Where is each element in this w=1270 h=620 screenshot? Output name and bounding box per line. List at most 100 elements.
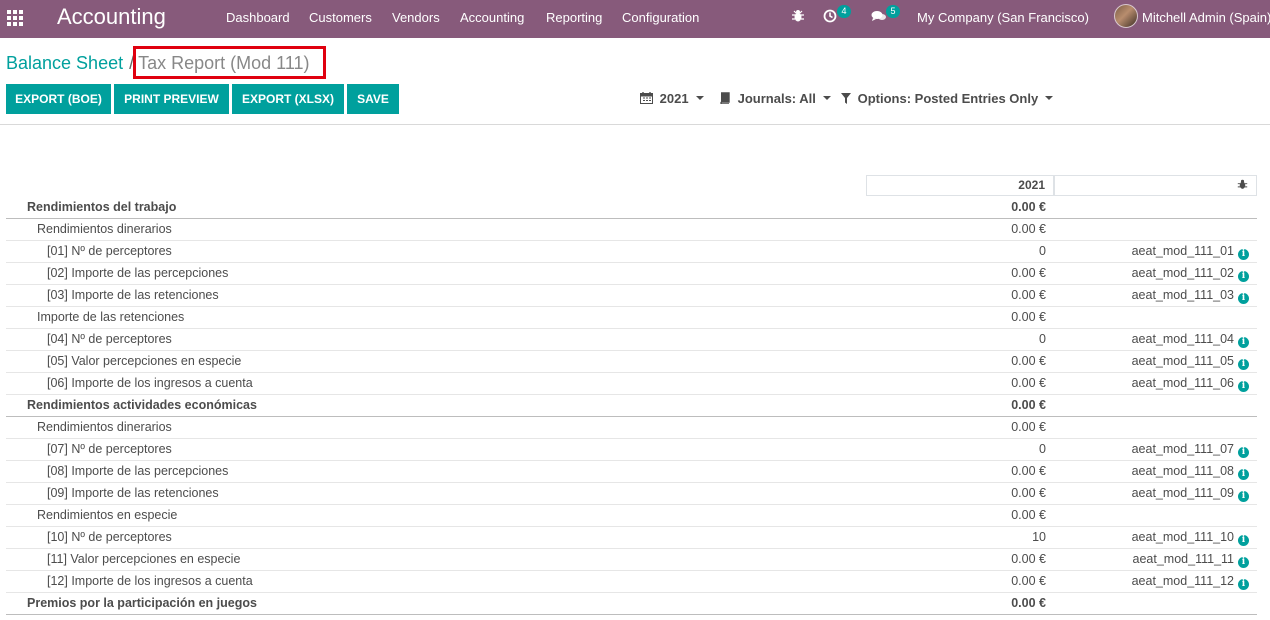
- column-header-2021: 2021: [866, 175, 1054, 196]
- report-line[interactable]: [02] Importe de las percepciones 0.00 € ae…: [6, 263, 1257, 285]
- export-xlsx-button[interactable]: EXPORT (XLSX): [232, 84, 344, 114]
- line-name: [03] Importe de las retenciones: [47, 288, 219, 302]
- journals-filter[interactable]: Journals: All: [719, 91, 831, 107]
- line-value[interactable]: 0.00 €: [1011, 351, 1046, 372]
- line-name: [10] Nº de perceptores: [47, 530, 172, 544]
- company-switcher[interactable]: My Company (San Francisco): [917, 10, 1089, 26]
- line-value[interactable]: 0.00 €: [1011, 505, 1046, 526]
- app-brand[interactable]: Accounting: [57, 4, 166, 30]
- line-value[interactable]: 0.00 €: [1011, 395, 1046, 416]
- info-icon[interactable]: i: [1238, 359, 1249, 370]
- journals-filter-label: Journals: All: [737, 91, 816, 106]
- line-name: Rendimientos en especie: [37, 508, 178, 522]
- apps-menu-icon[interactable]: [6, 9, 24, 27]
- line-value[interactable]: 0.00 €: [1011, 483, 1046, 504]
- report-line[interactable]: [05] Valor percepciones en especie 0.00 €…: [6, 351, 1257, 373]
- funnel-icon: [841, 91, 855, 106]
- info-icon[interactable]: i: [1238, 491, 1249, 502]
- report-line[interactable]: [01] Nº de perceptores 0 aeat_mod_111_01 i: [6, 241, 1257, 263]
- info-icon[interactable]: i: [1238, 293, 1249, 304]
- line-value[interactable]: 0.00 €: [1011, 417, 1046, 438]
- date-filter[interactable]: 2021: [640, 91, 704, 107]
- line-value[interactable]: 0.00 €: [1011, 197, 1046, 218]
- line-name: Rendimientos del trabajo: [27, 200, 177, 214]
- report-line[interactable]: Rendimientos actividades económicas 0.00 …: [6, 395, 1257, 417]
- menu-reporting[interactable]: Reporting: [546, 10, 602, 26]
- line-value[interactable]: 0.00 €: [1011, 285, 1046, 306]
- options-filter-label: Options: Posted Entries Only: [857, 91, 1039, 106]
- line-name: Rendimientos dinerarios: [37, 222, 172, 236]
- line-value[interactable]: 0: [1039, 439, 1046, 460]
- line-value[interactable]: 0: [1039, 329, 1046, 350]
- line-value[interactable]: 0.00 €: [1011, 263, 1046, 284]
- export-boe-button[interactable]: EXPORT (BOE): [6, 84, 111, 114]
- breadcrumb-balance-sheet[interactable]: Balance Sheet: [6, 53, 123, 73]
- print-preview-button[interactable]: PRINT PREVIEW: [114, 84, 229, 114]
- report-line[interactable]: [11] Valor percepciones en especie 0.00 €…: [6, 549, 1257, 571]
- activity-clock-icon[interactable]: [823, 9, 837, 26]
- report-line[interactable]: [10] Nº de perceptores 10 aeat_mod_111_10 i: [6, 527, 1257, 549]
- highlight-annotation-box: [133, 46, 326, 79]
- line-value[interactable]: 0.00 €: [1011, 571, 1046, 592]
- tax-tag: aeat_mod_111_10 i: [1132, 527, 1249, 548]
- report-line[interactable]: [09] Importe de las retenciones 0.00 € aea…: [6, 483, 1257, 505]
- menu-dashboard[interactable]: Dashboard: [226, 10, 290, 26]
- report-line[interactable]: [08] Importe de las percepciones 0.00 € ae…: [6, 461, 1257, 483]
- line-value[interactable]: 0.00 €: [1011, 461, 1046, 482]
- info-icon[interactable]: i: [1238, 381, 1249, 392]
- report-line[interactable]: Rendimientos dinerarios 0.00 €: [6, 417, 1257, 439]
- debug-bug-icon[interactable]: [791, 9, 805, 26]
- report-line[interactable]: [03] Importe de las retenciones 0.00 € aea…: [6, 285, 1257, 307]
- top-navbar: Accounting Dashboard Customers Vendors A…: [0, 0, 1270, 38]
- options-filter[interactable]: Options: Posted Entries Only: [841, 91, 1054, 107]
- report-line[interactable]: [06] Importe de los ingresos a cuenta 0.0…: [6, 373, 1257, 395]
- tax-tag-label: aeat_mod_111_02: [1131, 266, 1234, 280]
- report-line[interactable]: Rendimientos en especie 0.00 €: [6, 505, 1257, 527]
- info-icon[interactable]: i: [1238, 469, 1249, 480]
- menu-vendors[interactable]: Vendors: [392, 10, 440, 26]
- report-line[interactable]: Premios por la participación en juegos 0.…: [6, 593, 1257, 615]
- menu-configuration[interactable]: Configuration: [622, 10, 699, 26]
- line-value[interactable]: 10: [1032, 527, 1046, 548]
- save-button[interactable]: SAVE: [347, 84, 399, 114]
- chevron-down-icon: [1045, 96, 1054, 100]
- tax-tag: aeat_mod_111_06 i: [1132, 373, 1249, 394]
- info-icon[interactable]: i: [1238, 579, 1249, 590]
- messages-icon[interactable]: [871, 9, 887, 26]
- line-value[interactable]: 0: [1039, 241, 1046, 262]
- report-line[interactable]: Rendimientos dinerarios 0.00 €: [6, 219, 1257, 241]
- tax-tag-label: aeat_mod_111_09: [1131, 486, 1234, 500]
- report-line[interactable]: Importe de las retenciones 0.00 €: [6, 307, 1257, 329]
- tax-tag: aeat_mod_111_09 i: [1132, 483, 1249, 504]
- line-name: Premios por la participación en juegos: [27, 596, 257, 610]
- line-value[interactable]: 0.00 €: [1011, 593, 1046, 614]
- messages-count-badge: 5: [886, 5, 900, 18]
- line-name: [05] Valor percepciones en especie: [47, 354, 242, 368]
- line-name: [04] Nº de perceptores: [47, 332, 172, 346]
- report-line[interactable]: [07] Nº de perceptores 0 aeat_mod_111_07 i: [6, 439, 1257, 461]
- line-value[interactable]: 0.00 €: [1011, 549, 1046, 570]
- line-name: Rendimientos dinerarios: [37, 420, 172, 434]
- tax-tag: aeat_mod_111_07 i: [1132, 439, 1249, 460]
- tax-tag-label: aeat_mod_111_10: [1131, 530, 1234, 544]
- menu-customers[interactable]: Customers: [309, 10, 372, 26]
- line-name: Importe de las retenciones: [37, 310, 185, 324]
- info-icon[interactable]: i: [1238, 447, 1249, 458]
- report-line[interactable]: Rendimientos del trabajo 0.00 €: [6, 197, 1257, 219]
- line-value[interactable]: 0.00 €: [1011, 307, 1046, 328]
- info-icon[interactable]: i: [1238, 271, 1249, 282]
- menu-accounting[interactable]: Accounting: [460, 10, 524, 26]
- user-menu[interactable]: Mitchell Admin (Spain): [1142, 10, 1270, 26]
- report-line[interactable]: [12] Importe de los ingresos a cuenta 0.0…: [6, 571, 1257, 593]
- info-icon[interactable]: i: [1238, 249, 1249, 260]
- info-icon[interactable]: i: [1238, 337, 1249, 348]
- line-value[interactable]: 0.00 €: [1011, 373, 1046, 394]
- line-value[interactable]: 0.00 €: [1011, 219, 1046, 240]
- tax-tag-label: aeat_mod_111_11: [1132, 552, 1234, 566]
- user-avatar[interactable]: [1114, 4, 1138, 28]
- info-icon[interactable]: i: [1238, 535, 1249, 546]
- line-name: [02] Importe de las percepciones: [47, 266, 229, 280]
- info-icon[interactable]: i: [1238, 557, 1249, 568]
- line-name: [12] Importe de los ingresos a cuenta: [47, 574, 253, 588]
- report-line[interactable]: [04] Nº de perceptores 0 aeat_mod_111_04 i: [6, 329, 1257, 351]
